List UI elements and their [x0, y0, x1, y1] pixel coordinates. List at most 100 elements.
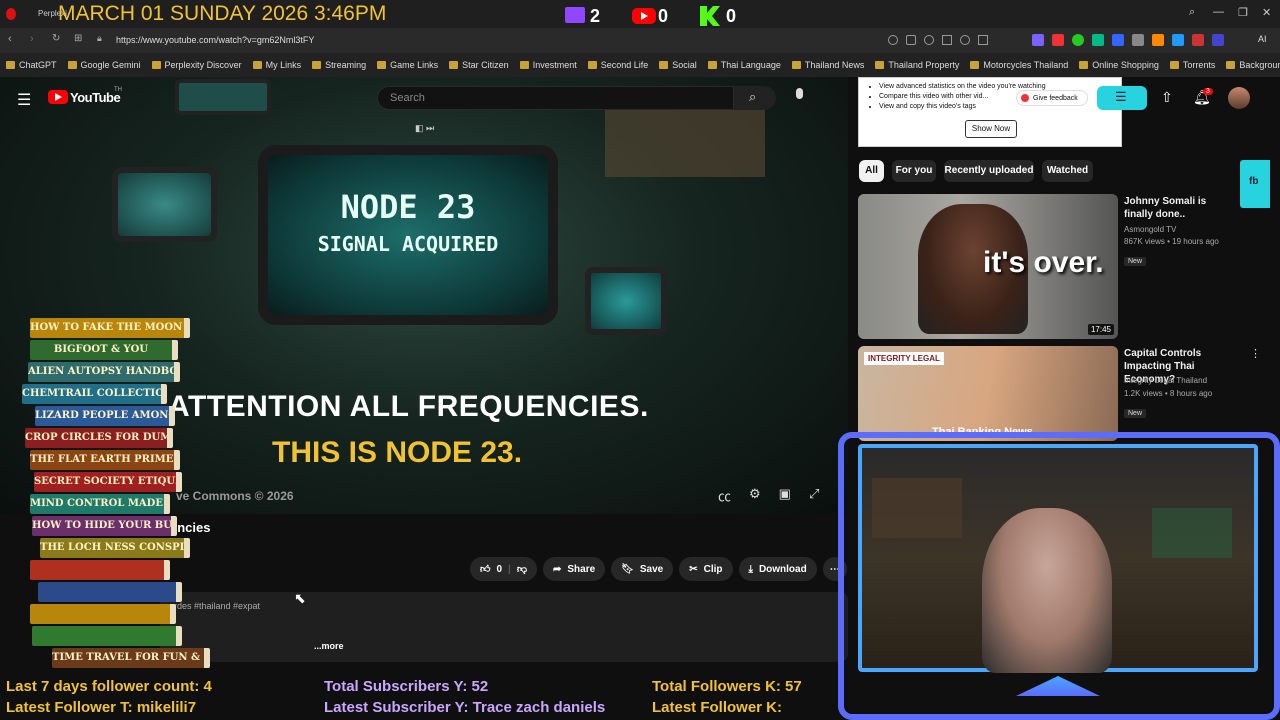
side-monitor [112, 167, 217, 242]
clip-button[interactable]: ✂ Clip [679, 557, 733, 581]
bookmark-item[interactable]: Google Gemini [67, 60, 141, 70]
browser-titlebar: Perplexi MARCH 01 SUNDAY 2026 3:46PM 2 0… [0, 0, 1280, 28]
captions-icon[interactable]: ㏄ [718, 486, 731, 505]
description-box[interactable] [160, 592, 848, 662]
download-button[interactable]: ⤓ Download [738, 557, 817, 581]
bookmark-item[interactable]: Torrents [1169, 60, 1216, 70]
youtube-count: 0 [658, 6, 669, 26]
youtube-logo-text[interactable]: YouTube [70, 90, 121, 105]
bookmark-label: Torrents [1182, 60, 1216, 70]
video-thumbnail[interactable]: INTEGRITY LEGAL Thai Banking News [858, 346, 1118, 441]
bookmark-item[interactable]: Investment [519, 60, 577, 70]
book-spine: MIND CONTROL MADE EASY [30, 494, 170, 514]
video-meta: 1.2K views • 8 hours ago [1124, 389, 1213, 398]
bookmark-label: Social [672, 60, 697, 70]
bookmark-item[interactable]: Second Life [587, 60, 648, 70]
chip-for-you[interactable]: For you [892, 160, 936, 182]
followers-7d: Last 7 days follower count: 4 [6, 678, 212, 695]
share-label: Share [567, 563, 596, 575]
book-spine [30, 560, 170, 580]
clip-label: Clip [703, 563, 723, 575]
video-thumbnail[interactable]: it's over. 17:45 [858, 194, 1118, 339]
bookmark-item[interactable]: My Links [252, 60, 301, 70]
show-now-button[interactable]: Show Now [965, 120, 1017, 138]
reload-icon[interactable]: ↻ [52, 33, 60, 44]
minimize-icon[interactable]: — [1213, 6, 1224, 18]
bookmark-label: Online Shopping [1092, 60, 1159, 70]
youtube-logo-icon[interactable] [48, 90, 68, 104]
url-field[interactable]: https://www.youtube.com/watch?v=gm62Nml3… [116, 35, 314, 45]
browser-extensions[interactable] [1032, 34, 1252, 46]
notification-badge: 3 [1203, 88, 1213, 95]
ai-button[interactable]: AI [1258, 34, 1267, 44]
bookmark-item[interactable]: Motorcycles Thailand [970, 60, 1068, 70]
channel-name[interactable]: Integrity Legal Thailand [1124, 374, 1207, 387]
right-monitor [585, 267, 667, 335]
bookmark-label: Background Remover [1239, 60, 1280, 70]
book-spine: HOW TO FAKE THE MOON LANDING [30, 318, 190, 338]
bookmark-item[interactable]: Star Citizen [449, 60, 509, 70]
book-stack-overlay: HOW TO FAKE THE MOON LANDINGBIGFOOT & YO… [0, 318, 210, 688]
latest-subscriber-y: Latest Subscriber Y: Trace zach daniels [324, 699, 606, 716]
browser-search-icon[interactable]: ⌕ [1189, 6, 1195, 19]
save-label: Save [639, 563, 664, 575]
small-monitor [175, 79, 271, 115]
book-spine: CHEMTRAIL COLLECTION GUIDE [22, 384, 167, 404]
bookmark-item[interactable]: Thai Language [707, 60, 781, 70]
miniplayer-icon[interactable]: ▣ [779, 486, 791, 505]
settings-icon[interactable]: ⚙ [749, 486, 761, 505]
avatar[interactable] [1228, 87, 1250, 109]
menu-icon[interactable]: ☰ [17, 90, 31, 110]
bookmark-item[interactable]: Online Shopping [1079, 60, 1159, 70]
caption-line-1: ATTENTION ALL FREQUENCIES. [168, 390, 649, 423]
bookmark-item[interactable]: Thailand Property [875, 60, 959, 70]
screen-text-signal: SIGNAL ACQUIRED [317, 232, 499, 256]
new-badge: New [1124, 402, 1147, 420]
folder-icon [6, 61, 15, 69]
chip-watched[interactable]: Watched [1042, 160, 1093, 182]
new-badge: New [1124, 250, 1147, 268]
thumbs-down-icon[interactable]: 👎︎ [517, 563, 527, 575]
bookmark-label: Game Links [390, 60, 439, 70]
close-icon[interactable]: ✕ [1262, 6, 1271, 19]
folder-icon [659, 61, 669, 69]
followers-k: Total Followers K: 57 [652, 678, 802, 695]
share-button[interactable]: ➦ Share [542, 557, 606, 581]
upload-icon[interactable]: ⇧ [1161, 89, 1173, 106]
chip-all[interactable]: All [859, 160, 884, 182]
search-button[interactable]: ⌕ [734, 86, 776, 110]
search-input[interactable]: Search [377, 86, 734, 110]
bookmark-item[interactable]: Streaming [312, 60, 366, 70]
opera-logo-icon[interactable] [6, 8, 16, 20]
bookmark-label: Google Gemini [80, 60, 141, 70]
chip-recently-uploaded[interactable]: Recently uploaded [944, 160, 1034, 182]
book-spine [38, 582, 182, 602]
fullscreen-icon[interactable]: ⤢ [809, 486, 819, 505]
extension-toolbar-button[interactable]: ☰ [1097, 86, 1147, 110]
more-link[interactable]: ...more [314, 641, 344, 651]
bookmark-item[interactable]: Perplexity Discover [151, 60, 242, 70]
address-extension-icons[interactable] [888, 35, 1018, 45]
more-actions-icon[interactable]: ⋮ [1250, 347, 1261, 360]
maximize-icon[interactable]: ❐ [1238, 6, 1248, 19]
like-count: 0 [496, 563, 503, 575]
like-button[interactable]: 👍︎ 0 | 👎︎ [470, 557, 537, 581]
side-extension-tab[interactable]: fb [1240, 160, 1270, 208]
bookmark-item[interactable]: Thailand News [791, 60, 864, 70]
voice-search-icon[interactable] [794, 88, 806, 106]
bookmark-item[interactable]: Social [659, 60, 697, 70]
video-title[interactable]: Johnny Somali is finally done.. [1124, 195, 1234, 221]
save-button[interactable]: 🔖︎ Save [611, 557, 674, 581]
bookmark-item[interactable]: Game Links [377, 60, 438, 70]
bookmark-item[interactable]: ChatGPT [6, 60, 57, 70]
tab-grid-icon[interactable]: ⊞ [74, 33, 82, 44]
bookmark-label: ChatGPT [19, 60, 57, 70]
book-spine: LIZARD PEOPLE AMONG US [35, 406, 175, 426]
bookmark-item[interactable]: Background Remover [1226, 60, 1280, 70]
forward-icon[interactable]: › [30, 33, 34, 45]
folder-icon [312, 61, 322, 69]
back-icon[interactable]: ‹ [8, 33, 12, 45]
player-top-controls-icon[interactable]: ◧ ⏭ [415, 123, 434, 134]
bookmark-label: Streaming [325, 60, 367, 70]
video-meta: 867K views • 19 hours ago [1124, 237, 1219, 246]
